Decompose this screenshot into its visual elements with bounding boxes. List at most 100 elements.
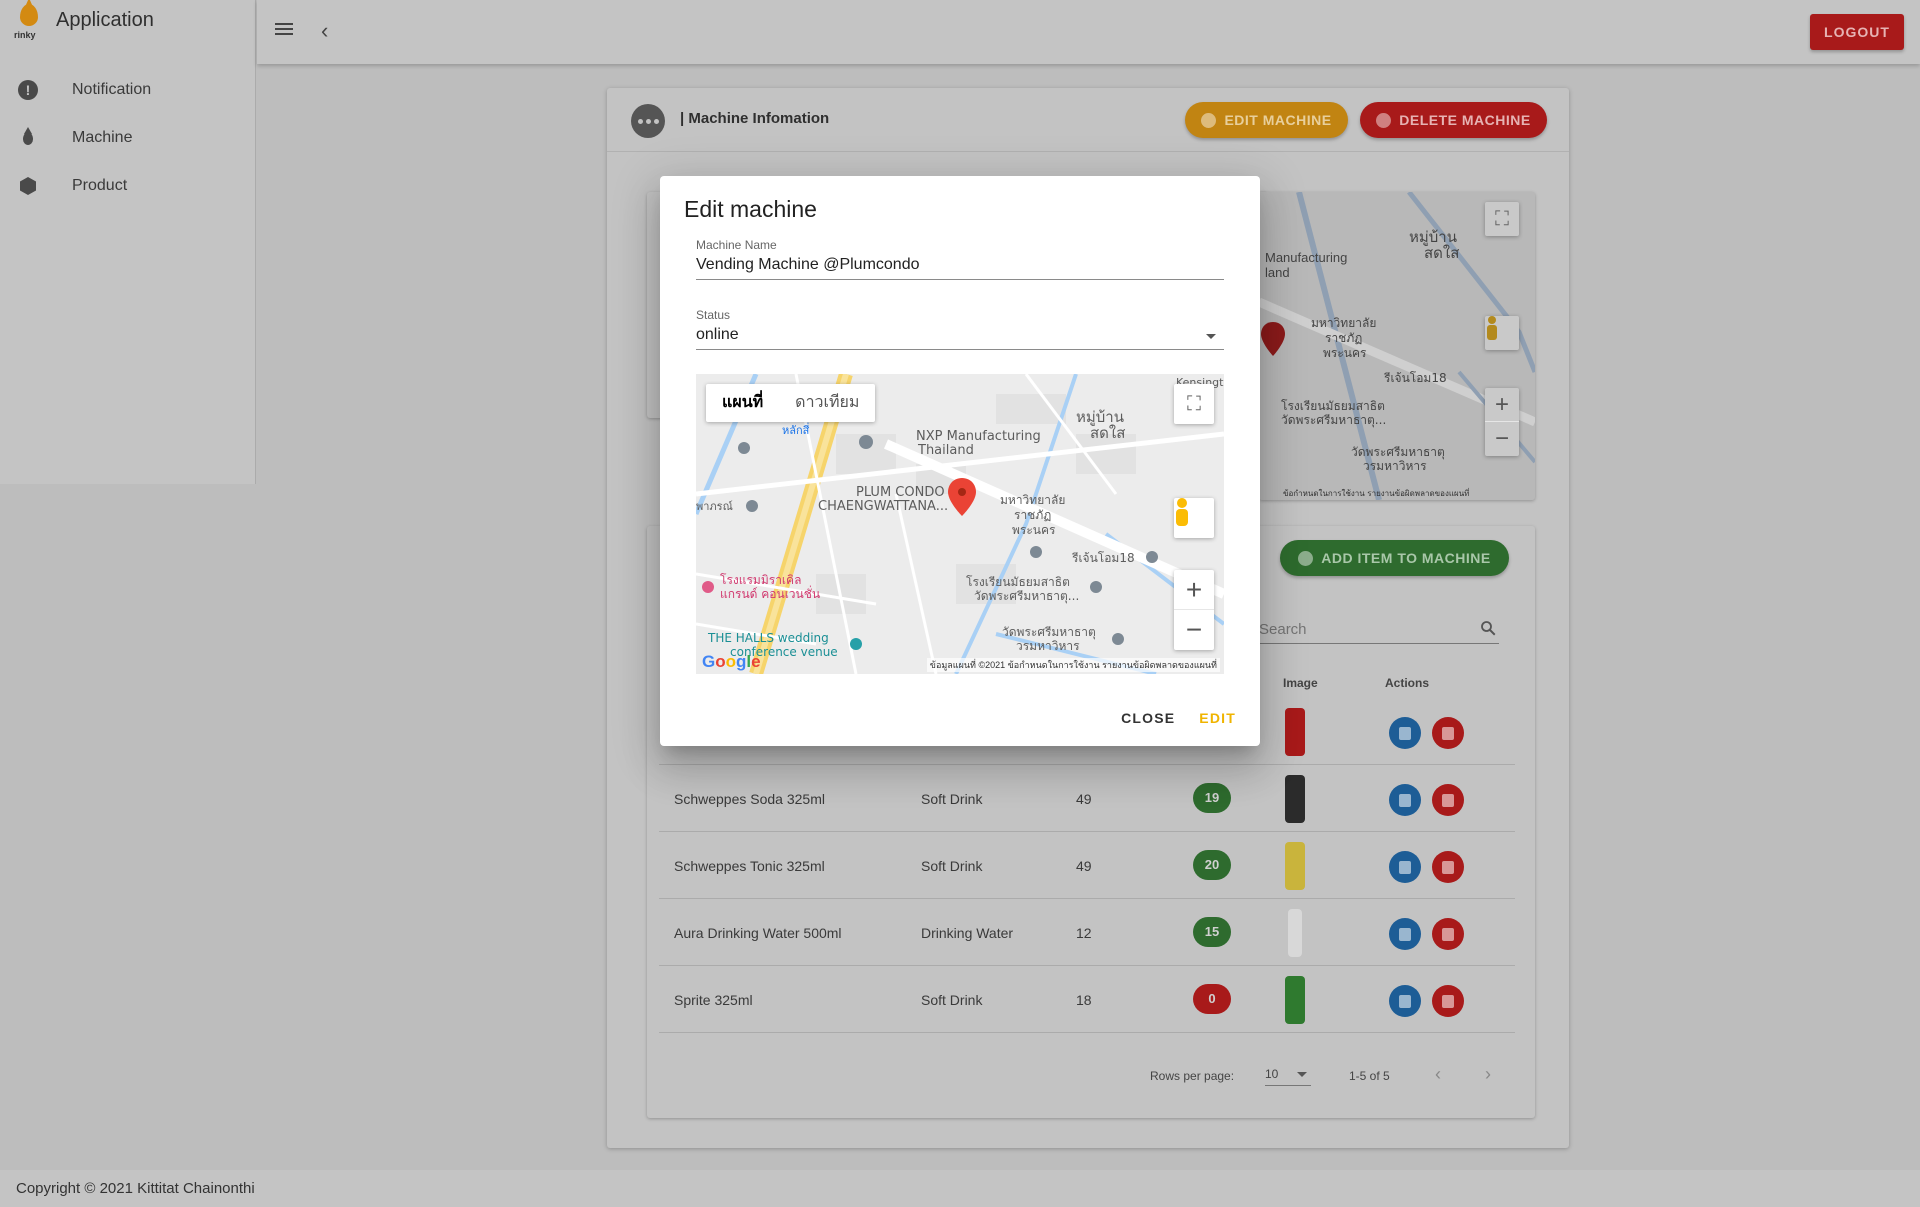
svg-text:รีเจ้นโอม18: รีเจ้นโอม18 — [1071, 551, 1134, 565]
zoom-in-button[interactable]: + — [1174, 570, 1214, 610]
alert-circle-icon: ! — [18, 80, 38, 100]
product-category: Soft Drink — [921, 791, 983, 807]
status-select[interactable]: Status online — [696, 308, 1224, 350]
machine-name-field[interactable]: Machine Name Vending Machine @Plumcondo — [696, 238, 1224, 280]
prev-page-icon[interactable]: ‹ — [1435, 1064, 1441, 1085]
chevron-left-icon[interactable]: ‹ — [321, 18, 328, 44]
sidebar-item-label: Product — [72, 177, 128, 194]
table-row: Schweppes Tonic 325ml Soft Drink 49 20 — [659, 832, 1515, 899]
svg-text:ราชภัฏ: ราชภัฏ — [1325, 331, 1362, 345]
close-button[interactable]: CLOSE — [1113, 700, 1183, 736]
rows-per-page-label: Rows per page: — [1150, 1069, 1235, 1083]
zoom-out-button[interactable]: − — [1485, 422, 1519, 456]
svg-text:NXP Manufacturing: NXP Manufacturing — [916, 429, 1041, 444]
sidebar-item-notification[interactable]: ! Notification — [0, 66, 255, 114]
fullscreen-icon[interactable]: ⛶ — [1174, 384, 1214, 424]
svg-text:PLUM CONDO: PLUM CONDO — [856, 485, 945, 500]
edit-product-button[interactable] — [1389, 784, 1421, 816]
svg-text:สดใส: สดใส — [1090, 424, 1125, 442]
svg-text:วัดพระศรีมหาธาตุ...: วัดพระศรีมหาธาตุ... — [974, 589, 1079, 604]
machine-location-map[interactable]: Manufacturing land หมู่บ้าน สดใส มหาวิทย… — [1259, 192, 1535, 500]
product-price: 18 — [1076, 992, 1092, 1008]
column-header-image[interactable]: Image — [1283, 676, 1318, 690]
street-view-pegman-icon[interactable] — [1485, 316, 1519, 350]
quantity-badge: 19 — [1193, 783, 1231, 813]
more-options-icon[interactable] — [631, 104, 665, 138]
search-input[interactable] — [1259, 616, 1459, 642]
box-icon — [18, 176, 38, 196]
svg-text:Thailand: Thailand — [917, 443, 974, 458]
edit-product-button[interactable] — [1389, 851, 1421, 883]
street-view-pegman-icon[interactable] — [1174, 498, 1214, 538]
dialog-actions: CLOSE EDIT — [1113, 700, 1244, 736]
hamburger-menu-icon[interactable] — [273, 20, 295, 42]
sidebar-item-machine[interactable]: Machine — [0, 114, 255, 162]
machine-name-input[interactable]: Vending Machine @Plumcondo — [696, 256, 920, 274]
delete-product-button[interactable] — [1432, 784, 1464, 816]
trash-icon — [1442, 793, 1454, 807]
tab-map[interactable]: แผนที่ — [706, 384, 779, 422]
add-item-label: ADD ITEM TO MACHINE — [1321, 550, 1491, 566]
edit-product-button[interactable] — [1389, 918, 1421, 950]
trash-icon — [1442, 860, 1454, 874]
svg-text:หลักสี่: หลักสี่ — [782, 422, 810, 437]
pencil-icon — [1201, 112, 1217, 128]
water-drop-icon — [18, 126, 38, 148]
svg-text:ราชภัฏ: ราชภัฏ — [1014, 508, 1051, 522]
delete-product-button[interactable] — [1432, 918, 1464, 950]
edit-icon — [1399, 927, 1411, 941]
card-title: | Machine Infomation — [680, 110, 830, 127]
svg-text:โรงแรมมิราเคิล: โรงแรมมิราเคิล — [720, 573, 801, 587]
map-attribution[interactable]: ข้อมูลแผนที่ ©2021 ข้อกำหนดในการใช้งาน ร… — [926, 658, 1220, 672]
edit-button[interactable]: EDIT — [1191, 700, 1244, 736]
location-picker-map[interactable]: NXP Manufacturing Thailand PLUM CONDO CH… — [696, 374, 1224, 674]
edit-product-button[interactable] — [1389, 985, 1421, 1017]
sidebar-nav: ! Notification Machine Product — [0, 66, 255, 210]
column-header-actions: Actions — [1385, 676, 1430, 690]
minus-circle-icon — [1376, 112, 1392, 128]
edit-machine-button[interactable]: EDIT MACHINE — [1185, 102, 1348, 138]
product-category: Drinking Water — [921, 925, 1014, 941]
zoom-out-button[interactable]: − — [1174, 610, 1214, 650]
edit-icon — [1399, 860, 1411, 874]
rows-per-page-select[interactable]: 10 — [1265, 1067, 1311, 1086]
search-icon[interactable] — [1479, 619, 1497, 637]
dialog-title: Edit machine — [684, 196, 817, 222]
brand: rinky Application — [14, 0, 154, 42]
search-field[interactable] — [1259, 616, 1499, 644]
machine-name-label: Machine Name — [696, 238, 777, 252]
delete-product-button[interactable] — [1432, 717, 1464, 749]
svg-text:รีเจ้นโอม18: รีเจ้นโอม18 — [1383, 371, 1446, 385]
sidebar-item-label: Machine — [72, 129, 133, 146]
svg-text:CHAENGWATTANA...: CHAENGWATTANA... — [818, 499, 948, 514]
product-name: Schweppes Soda 325ml — [674, 791, 825, 807]
delete-machine-button[interactable]: DELETE MACHINE — [1360, 102, 1547, 138]
fullscreen-icon[interactable]: ⛶ — [1485, 202, 1519, 236]
sidebar-item-product[interactable]: Product — [0, 162, 255, 210]
svg-text:ข้อกำหนดในการใช้งาน รายงานข้: ข้อกำหนดในการใช้งาน รายงานข้อผิดพลาดของแ… — [1283, 487, 1469, 498]
product-price: 49 — [1076, 858, 1092, 874]
svg-text:วัดพระศรีมหาธาตุ: วัดพระศรีมหาธาตุ — [1351, 445, 1445, 460]
svg-text:สดใส: สดใส — [1424, 244, 1459, 262]
zoom-in-button[interactable]: + — [1485, 388, 1519, 422]
product-price: 12 — [1076, 925, 1092, 941]
svg-text:พระนคร: พระนคร — [1012, 523, 1056, 537]
svg-text:THE HALLS wedding: THE HALLS wedding — [707, 631, 829, 645]
next-page-icon[interactable]: › — [1485, 1064, 1491, 1085]
logout-button[interactable]: LOGOUT — [1810, 14, 1904, 50]
app-logo-icon: rinky — [14, 0, 42, 42]
map-zoom-control: + − — [1174, 570, 1214, 650]
delete-machine-label: DELETE MACHINE — [1399, 112, 1531, 128]
edit-product-button[interactable] — [1389, 717, 1421, 749]
pagination-range: 1-5 of 5 — [1349, 1069, 1390, 1083]
card-header: | Machine Infomation EDIT MACHINE DELETE… — [607, 88, 1569, 152]
delete-product-button[interactable] — [1432, 851, 1464, 883]
sidebar: rinky Application ! Notification Machine… — [0, 0, 256, 484]
add-item-to-machine-button[interactable]: ADD ITEM TO MACHINE — [1280, 540, 1509, 576]
product-category: Soft Drink — [921, 992, 983, 1008]
delete-product-button[interactable] — [1432, 985, 1464, 1017]
product-thumbnail — [1285, 842, 1305, 890]
tab-satellite[interactable]: ดาวเทียม — [779, 384, 875, 422]
table-row: Schweppes Soda 325ml Soft Drink 49 19 — [659, 765, 1515, 832]
edit-machine-dialog: Edit machine Machine Name Vending Machin… — [660, 176, 1260, 746]
